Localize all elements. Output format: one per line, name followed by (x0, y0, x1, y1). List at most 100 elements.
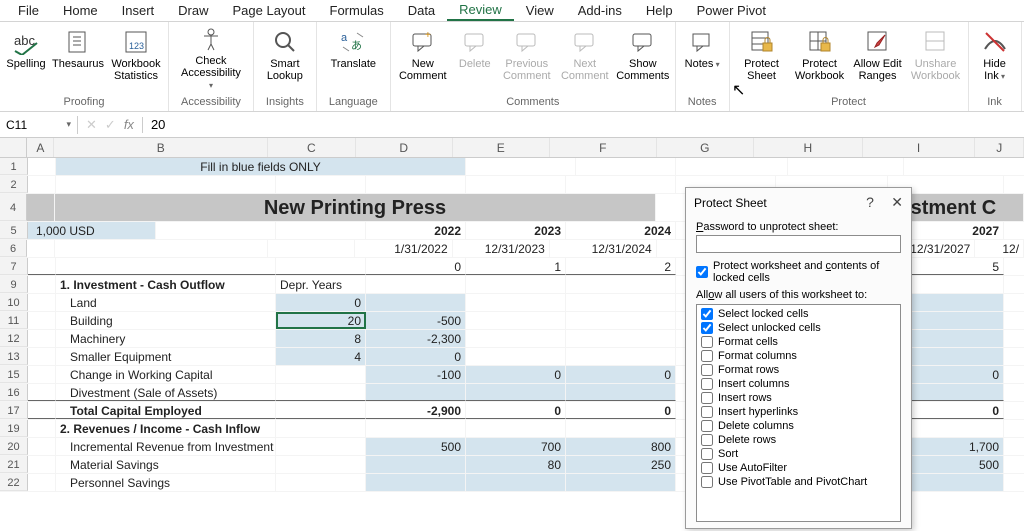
permission-checkbox[interactable] (701, 406, 713, 418)
row-header-9[interactable]: 9 (0, 276, 28, 293)
cell-B10[interactable]: Land (56, 294, 276, 311)
row-header-16[interactable]: 16 (0, 384, 28, 401)
protect-contents-checkbox[interactable] (696, 266, 708, 278)
row-header-7[interactable]: 7 (0, 258, 28, 275)
name-box[interactable]: C11 ▾ (0, 116, 78, 134)
tab-insert[interactable]: Insert (110, 1, 167, 20)
permission-checkbox[interactable] (701, 420, 713, 432)
tab-help[interactable]: Help (634, 1, 685, 20)
cell-A1[interactable] (28, 158, 56, 175)
cell-D12[interactable]: -2,300 (366, 330, 466, 347)
permission-item[interactable]: Delete rows (701, 433, 896, 447)
permission-checkbox[interactable] (701, 322, 713, 334)
tab-file[interactable]: File (6, 1, 51, 20)
permission-item[interactable]: Insert hyperlinks (701, 405, 896, 419)
permission-item[interactable]: Use PivotTable and PivotChart (701, 475, 896, 489)
tab-data[interactable]: Data (396, 1, 447, 20)
permission-checkbox[interactable] (701, 462, 713, 474)
row-header-11[interactable]: 11 (0, 312, 28, 329)
tab-formulas[interactable]: Formulas (318, 1, 396, 20)
cancel-formula-icon[interactable]: ✕ (84, 117, 99, 133)
permission-checkbox[interactable] (701, 392, 713, 404)
row-header-17[interactable]: 17 (0, 402, 28, 419)
cell-F21[interactable]: 250 (566, 456, 676, 473)
dialog-titlebar[interactable]: Protect Sheet ? ✕ (686, 188, 911, 217)
cell-I1[interactable] (788, 158, 904, 175)
tab-home[interactable]: Home (51, 1, 110, 20)
hide-ink-button[interactable]: Hide Ink (973, 24, 1017, 86)
smart-lookup-button[interactable]: Smart Lookup (263, 24, 307, 86)
row-header-19[interactable]: 19 (0, 420, 28, 437)
permission-checkbox[interactable] (701, 476, 713, 488)
row-header-1[interactable]: 1 (0, 158, 28, 175)
permission-item[interactable]: Format cells (701, 335, 896, 349)
cell-F7[interactable]: 2 (566, 258, 676, 275)
row-header-4[interactable]: 4 (0, 194, 27, 221)
cell-B20[interactable]: Incremental Revenue from Investment (56, 438, 276, 455)
permission-item[interactable]: Sort (701, 447, 896, 461)
cell-D6[interactable]: 1/31/2022 (355, 240, 452, 257)
cell-D11[interactable]: -500 (366, 312, 466, 329)
col-header-E[interactable]: E (453, 138, 550, 157)
cell-E15[interactable]: 0 (466, 366, 566, 383)
cell-C12[interactable]: 8 (276, 330, 366, 347)
col-header-F[interactable]: F (550, 138, 657, 157)
previous-comment-button[interactable]: Previous Comment (499, 24, 555, 86)
row-header-20[interactable]: 20 (0, 438, 28, 455)
col-header-A[interactable]: A (27, 138, 54, 157)
cell-B17[interactable]: Total Capital Employed (56, 402, 276, 419)
row-header-21[interactable]: 21 (0, 456, 28, 473)
thesaurus-button[interactable]: Thesaurus (50, 24, 106, 74)
select-all-corner[interactable] (0, 138, 27, 157)
cell-B15[interactable]: Change in Working Capital (56, 366, 276, 383)
cell-B19[interactable]: 2. Revenues / Income - Cash Inflow (56, 420, 276, 437)
cell-D15[interactable]: -100 (366, 366, 466, 383)
row-header-6[interactable]: 6 (0, 240, 27, 257)
row-header-2[interactable]: 2 (0, 176, 28, 193)
notes-button[interactable]: Notes (680, 24, 724, 74)
tab-review[interactable]: Review (447, 0, 514, 21)
col-header-B[interactable]: B (54, 138, 268, 157)
cell-B22[interactable]: Personnel Savings (56, 474, 276, 491)
tab-addins[interactable]: Add-ins (566, 1, 634, 20)
permission-item[interactable]: Insert rows (701, 391, 896, 405)
help-button[interactable]: ? (866, 194, 874, 210)
permission-checkbox[interactable] (701, 434, 713, 446)
permission-item[interactable]: Select unlocked cells (701, 321, 896, 335)
col-header-G[interactable]: G (657, 138, 754, 157)
cell-E17[interactable]: 0 (466, 402, 566, 419)
protect-sheet-button[interactable]: Protect Sheet (734, 24, 790, 86)
permissions-list[interactable]: Select locked cellsSelect unlocked cells… (696, 304, 901, 522)
col-header-C[interactable]: C (268, 138, 355, 157)
cell-F6[interactable]: 12/31/2024 (550, 240, 657, 257)
tab-draw[interactable]: Draw (166, 1, 220, 20)
next-comment-button[interactable]: Next Comment (557, 24, 613, 86)
cell-C9[interactable]: Depr. Years (276, 276, 366, 293)
spelling-button[interactable]: abc Spelling (4, 24, 48, 74)
row-header-12[interactable]: 12 (0, 330, 28, 347)
cell-J6[interactable]: 12/ (975, 240, 1024, 257)
close-button[interactable]: ✕ (891, 194, 903, 210)
cell-E5[interactable]: 2023 (466, 222, 566, 239)
cell-B9[interactable]: 1. Investment - Cash Outflow (56, 276, 276, 293)
row-header-13[interactable]: 13 (0, 348, 28, 365)
col-header-D[interactable]: D (356, 138, 453, 157)
delete-comment-button[interactable]: Delete (453, 24, 497, 74)
cell-E6[interactable]: 12/31/2023 (453, 240, 550, 257)
permission-item[interactable]: Use AutoFilter (701, 461, 896, 475)
permission-item[interactable]: Select locked cells (701, 307, 896, 321)
cell-G1[interactable] (576, 158, 676, 175)
tab-view[interactable]: View (514, 1, 566, 20)
permission-checkbox[interactable] (701, 336, 713, 348)
cell-B16[interactable]: Divestment (Sale of Assets) (56, 384, 276, 401)
cell-B11[interactable]: Building (56, 312, 276, 329)
cell-B13[interactable]: Smaller Equipment (56, 348, 276, 365)
cell-D17[interactable]: -2,900 (366, 402, 466, 419)
cell-C10[interactable]: 0 (276, 294, 366, 311)
tab-power-pivot[interactable]: Power Pivot (685, 1, 778, 20)
row-header-10[interactable]: 10 (0, 294, 28, 311)
row-header-15[interactable]: 15 (0, 366, 28, 383)
password-input[interactable] (696, 235, 901, 253)
enter-formula-icon[interactable]: ✓ (103, 117, 118, 133)
row-header-5[interactable]: 5 (0, 222, 28, 239)
